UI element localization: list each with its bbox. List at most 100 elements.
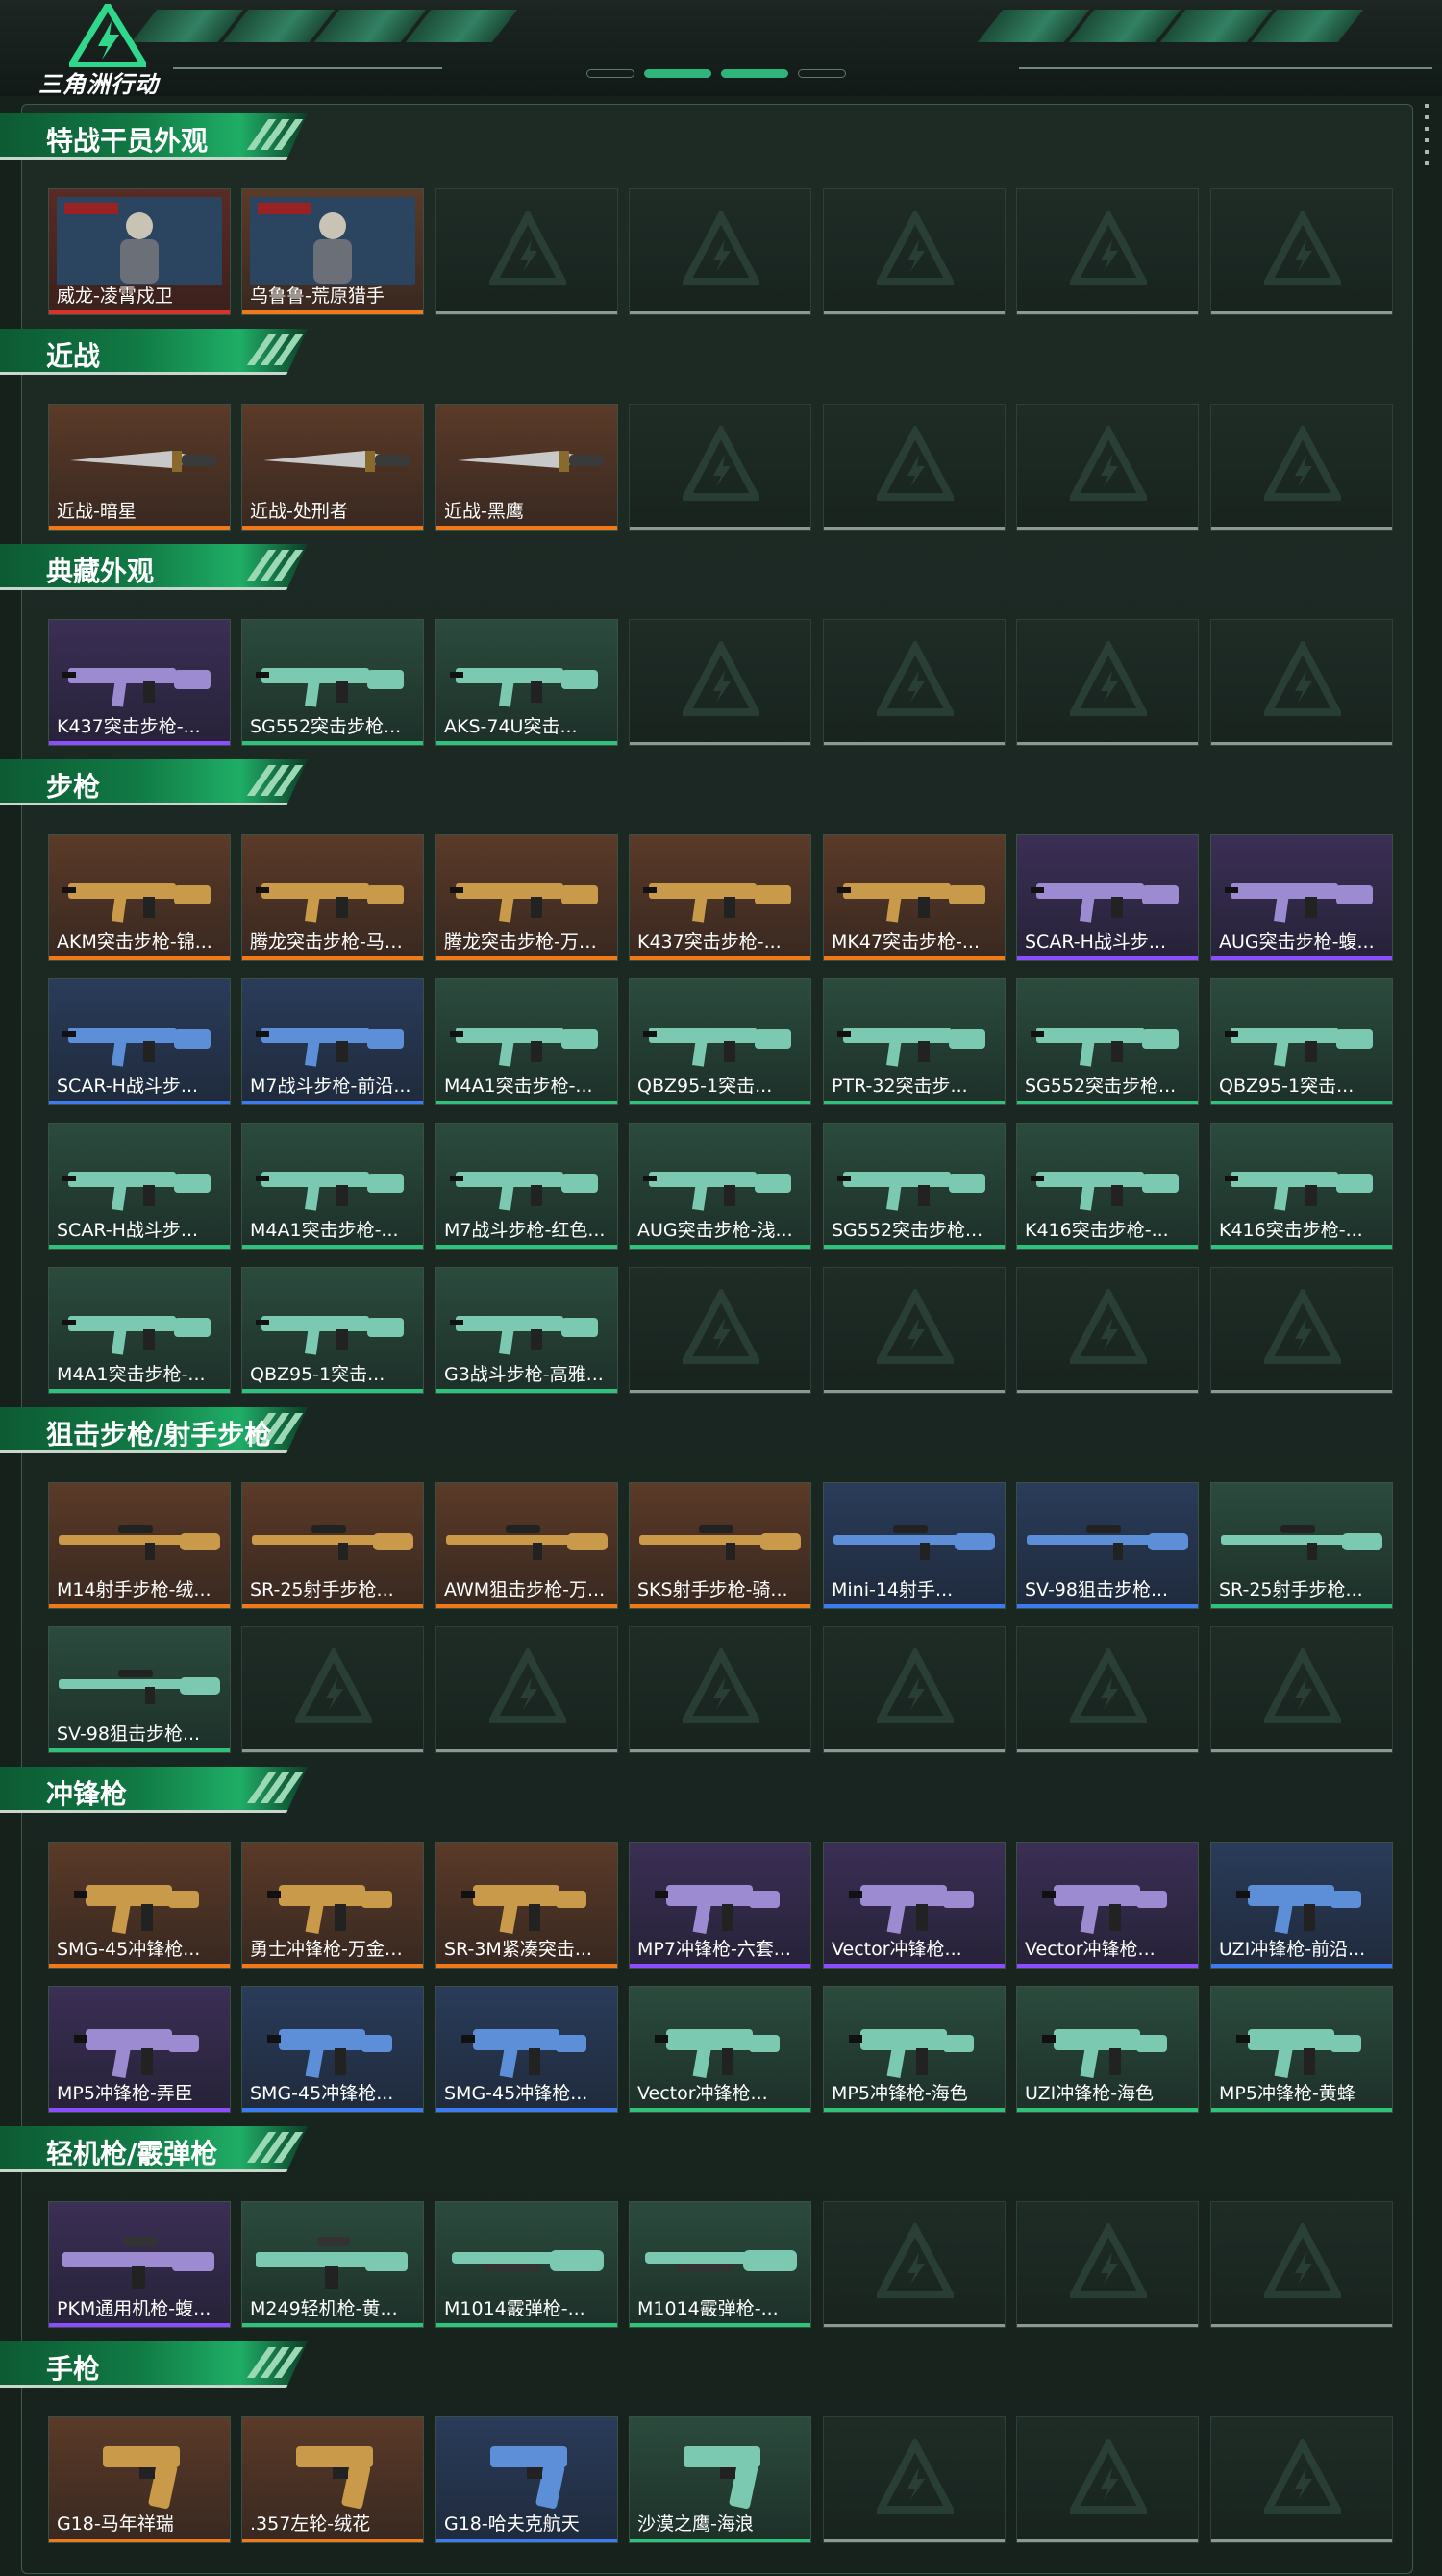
item-card[interactable]: PKM通用机枪-蝮... bbox=[48, 2201, 231, 2328]
item-card[interactable]: K437突击步枪-... bbox=[629, 834, 811, 961]
rarity-bar bbox=[436, 2108, 617, 2112]
section-title: 轻机枪/霰弹枪 bbox=[46, 2138, 218, 2169]
item-card[interactable]: M249轻机枪-黄... bbox=[241, 2201, 424, 2328]
item-card[interactable]: PTR-32突击步... bbox=[823, 978, 1006, 1105]
item-card[interactable]: 威龙-凌霄戍卫 bbox=[48, 188, 231, 315]
rifle-icon bbox=[1031, 1028, 1179, 1067]
item-card[interactable]: 乌鲁鲁-荒原猎手 bbox=[241, 188, 424, 315]
item-card[interactable]: 近战-暗星 bbox=[48, 404, 231, 531]
pistol-icon bbox=[103, 2446, 180, 2509]
item-card[interactable]: G18-哈夫克航天 bbox=[435, 2416, 618, 2543]
item-card[interactable]: AKS-74U突击... bbox=[435, 619, 618, 746]
item-card[interactable]: M14射手步枪-绒... bbox=[48, 1482, 231, 1609]
rarity-bar bbox=[824, 956, 1005, 960]
item-card[interactable]: SMG-45冲锋枪... bbox=[48, 1842, 231, 1969]
smg-icon bbox=[655, 2029, 780, 2078]
item-card[interactable]: Vector冲锋枪... bbox=[629, 1986, 811, 2113]
rarity-bar bbox=[436, 1101, 617, 1104]
delta-watermark-icon bbox=[877, 2439, 954, 2514]
item-card[interactable]: K416突击步枪-... bbox=[1210, 1123, 1393, 1250]
item-card[interactable]: G3战斗步枪-高雅... bbox=[435, 1267, 618, 1394]
header-line bbox=[1019, 67, 1432, 69]
pistol-icon bbox=[296, 2446, 373, 2509]
rarity-bar bbox=[49, 2108, 230, 2112]
item-card[interactable]: M4A1突击步枪-... bbox=[48, 1267, 231, 1394]
item-name: SV-98狙击步枪... bbox=[1025, 1579, 1169, 1600]
item-card[interactable]: SR-25射手步枪... bbox=[1210, 1482, 1393, 1609]
item-card[interactable]: M4A1突击步枪-... bbox=[241, 1123, 424, 1250]
item-card[interactable]: Vector冲锋枪... bbox=[823, 1842, 1006, 1969]
delta-watermark-icon bbox=[683, 641, 759, 716]
empty-slot bbox=[629, 619, 811, 746]
item-card[interactable]: SCAR-H战斗步... bbox=[48, 1123, 231, 1250]
item-card[interactable]: M7战斗步枪-前沿... bbox=[241, 978, 424, 1105]
item-card[interactable]: SV-98狙击步枪... bbox=[1016, 1482, 1199, 1609]
item-card[interactable]: SKS射手步枪-骑... bbox=[629, 1482, 811, 1609]
smg-icon bbox=[461, 2029, 586, 2078]
item-card[interactable]: SG552突击步枪... bbox=[823, 1123, 1006, 1250]
item-name: 乌鲁鲁-荒原猎手 bbox=[250, 285, 385, 307]
item-card[interactable]: SMG-45冲锋枪... bbox=[435, 1986, 618, 2113]
rarity-bar bbox=[824, 1245, 1005, 1249]
sniper-icon bbox=[59, 1525, 220, 1560]
item-name: G18-马年祥瑞 bbox=[57, 2514, 174, 2535]
item-card[interactable]: 腾龙突击步枪-马年... bbox=[241, 834, 424, 961]
item-card[interactable]: AUG突击步枪-浅... bbox=[629, 1123, 811, 1250]
item-card[interactable]: 沙漠之鹰-海浪 bbox=[629, 2416, 811, 2543]
item-card[interactable]: M1014霰弹枪-... bbox=[629, 2201, 811, 2328]
rifle-icon bbox=[256, 1172, 404, 1211]
rifle-icon bbox=[256, 1316, 404, 1355]
item-name: QBZ95-1突击... bbox=[637, 1076, 773, 1097]
item-card[interactable]: MP5冲锋枪-海色 bbox=[823, 1986, 1006, 2113]
item-name: M1014霰弹枪-... bbox=[444, 2298, 585, 2319]
scrollbar[interactable] bbox=[1423, 104, 1430, 171]
item-card[interactable]: MP5冲锋枪-黄蜂 bbox=[1210, 1986, 1393, 2113]
smg-icon bbox=[1236, 1885, 1361, 1934]
item-card[interactable]: SCAR-H战斗步... bbox=[1016, 834, 1199, 961]
item-card[interactable]: SR-3M紧凑突击... bbox=[435, 1842, 618, 1969]
item-card[interactable]: Vector冲锋枪... bbox=[1016, 1842, 1199, 1969]
delta-watermark-icon bbox=[683, 1648, 759, 1723]
rarity-bar bbox=[49, 1604, 230, 1608]
item-card[interactable]: MP5冲锋枪-弄臣 bbox=[48, 1986, 231, 2113]
item-card[interactable]: 勇士冲锋枪-万金泪... bbox=[241, 1842, 424, 1969]
rarity-bar bbox=[1211, 1604, 1392, 1608]
item-card[interactable]: AUG突击步枪-蝮... bbox=[1210, 834, 1393, 961]
item-card[interactable]: MK47突击步枪-... bbox=[823, 834, 1006, 961]
item-card[interactable]: QBZ95-1突击... bbox=[629, 978, 811, 1105]
item-card[interactable]: SMG-45冲锋枪... bbox=[241, 1986, 424, 2113]
item-card[interactable]: SG552突击步枪... bbox=[1016, 978, 1199, 1105]
item-card[interactable]: M1014霰弹枪-... bbox=[435, 2201, 618, 2328]
item-card[interactable]: 腾龙突击步枪-万金... bbox=[435, 834, 618, 961]
item-name: K416突击步枪-... bbox=[1025, 1220, 1169, 1241]
item-name: MP5冲锋枪-弄臣 bbox=[57, 2083, 193, 2104]
item-card[interactable]: M4A1突击步枪-... bbox=[435, 978, 618, 1105]
item-card[interactable]: SG552突击步枪... bbox=[241, 619, 424, 746]
item-card[interactable]: QBZ95-1突击... bbox=[241, 1267, 424, 1394]
item-card[interactable]: UZI冲锋枪-海色 bbox=[1016, 1986, 1199, 2113]
item-card[interactable]: AWM狙击步枪-万... bbox=[435, 1482, 618, 1609]
item-card[interactable]: AKM突击步枪-锦... bbox=[48, 834, 231, 961]
item-card[interactable]: K437突击步枪-... bbox=[48, 619, 231, 746]
item-card[interactable]: Mini-14射手... bbox=[823, 1482, 1006, 1609]
item-card[interactable]: QBZ95-1突击... bbox=[1210, 978, 1393, 1105]
smg-icon bbox=[267, 2029, 392, 2078]
item-card[interactable]: UZI冲锋枪-前沿... bbox=[1210, 1842, 1393, 1969]
item-card[interactable]: MP7冲锋枪-六套... bbox=[629, 1842, 811, 1969]
item-card[interactable]: .357左轮-绒花 bbox=[241, 2416, 424, 2543]
item-card[interactable]: SR-25射手步枪... bbox=[241, 1482, 424, 1609]
delta-watermark-icon bbox=[877, 1648, 954, 1723]
rarity-bar bbox=[630, 956, 810, 960]
item-card[interactable]: M7战斗步枪-红色... bbox=[435, 1123, 618, 1250]
item-card[interactable]: 近战-处刑者 bbox=[241, 404, 424, 531]
item-card[interactable]: G18-马年祥瑞 bbox=[48, 2416, 231, 2543]
item-name: QBZ95-1突击... bbox=[250, 1364, 385, 1385]
item-card[interactable]: 近战-黑鹰 bbox=[435, 404, 618, 531]
header-pill-active bbox=[721, 69, 788, 78]
rarity-bar bbox=[1211, 2108, 1392, 2112]
item-card[interactable]: K416突击步枪-... bbox=[1016, 1123, 1199, 1250]
section-title: 手枪 bbox=[46, 2353, 101, 2385]
item-card[interactable]: SCAR-H战斗步... bbox=[48, 978, 231, 1105]
item-card[interactable]: SV-98狙击步枪... bbox=[48, 1626, 231, 1753]
rarity-bar bbox=[824, 1604, 1005, 1608]
